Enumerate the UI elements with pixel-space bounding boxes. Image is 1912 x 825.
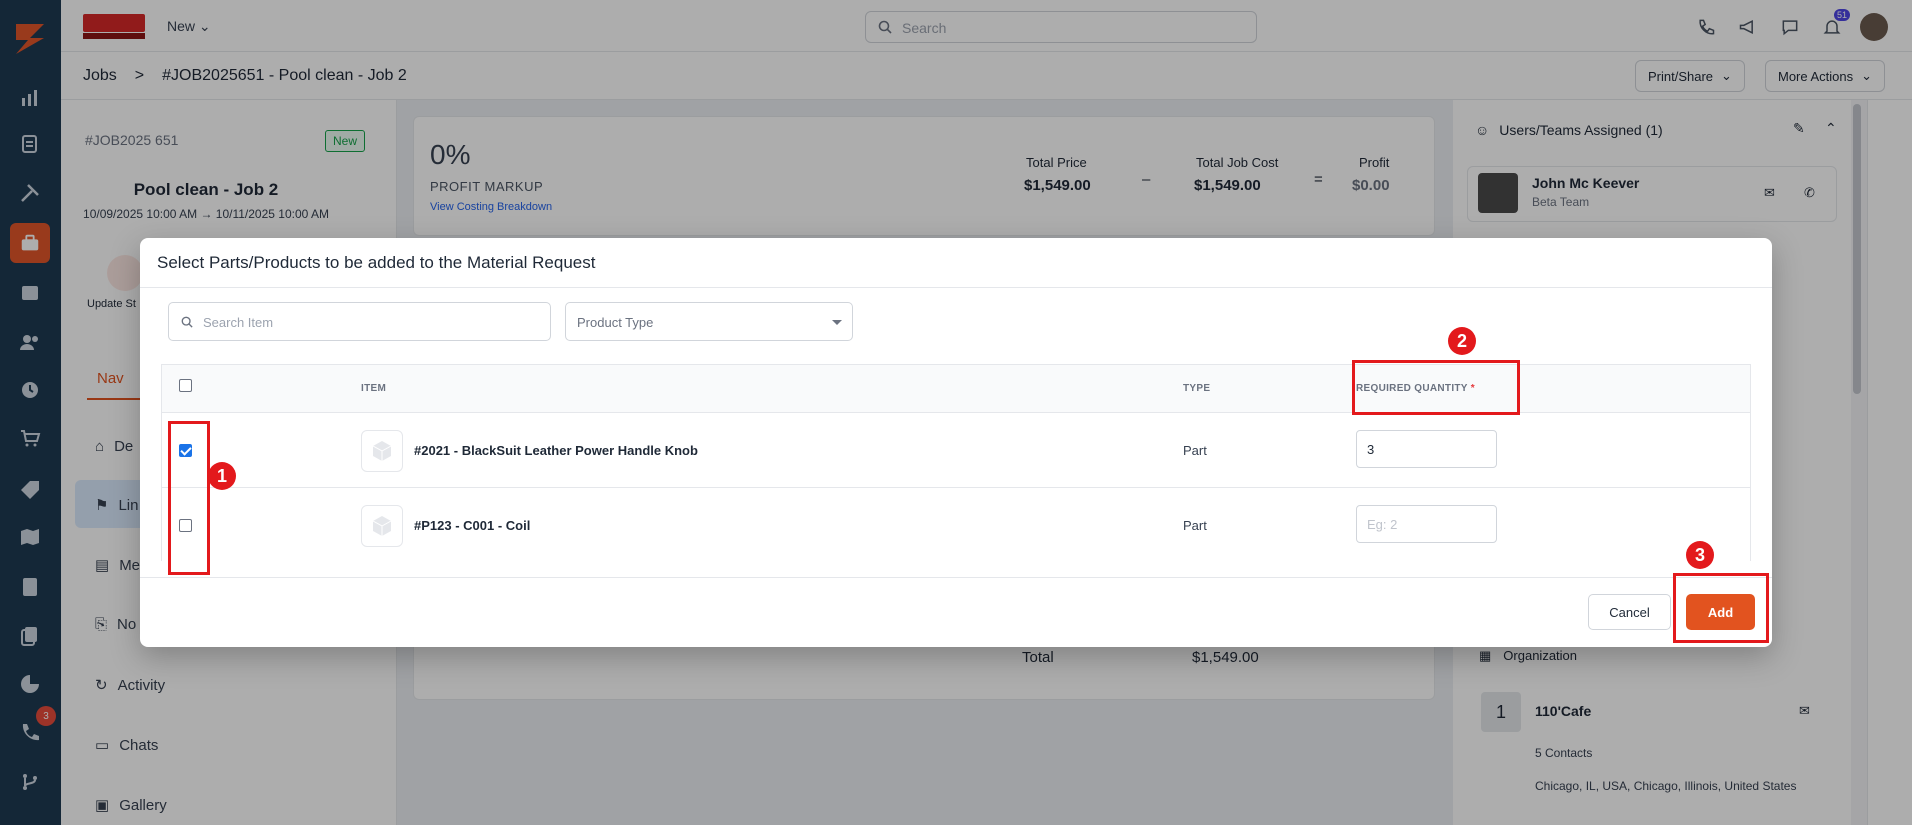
annotation-box-2	[1352, 360, 1520, 415]
search-item-input[interactable]: Search Item	[168, 302, 551, 341]
quantity-input[interactable]: 3	[1356, 430, 1497, 468]
annotation-box-1	[168, 421, 210, 575]
select-all-checkbox[interactable]	[179, 379, 192, 392]
column-type: TYPE	[1183, 383, 1211, 394]
column-item: ITEM	[361, 383, 387, 394]
product-type-select[interactable]: Product Type	[565, 302, 853, 341]
box-icon	[372, 441, 392, 461]
table-row[interactable]: #P123 - C001 - Coil Part Eg: 2	[162, 488, 1750, 561]
box-icon	[372, 516, 392, 536]
caret-down-icon	[832, 320, 842, 325]
divider	[140, 577, 1772, 578]
annotation-marker-3: 3	[1686, 541, 1714, 569]
cancel-button[interactable]: Cancel	[1588, 594, 1671, 630]
item-type: Part	[1183, 518, 1207, 533]
modal-title: Select Parts/Products to be added to the…	[157, 253, 596, 272]
annotation-marker-2: 2	[1448, 327, 1476, 355]
product-thumbnail	[361, 505, 403, 547]
product-thumbnail	[361, 430, 403, 472]
table-row[interactable]: #2021 - BlackSuit Leather Power Handle K…	[162, 413, 1750, 488]
quantity-input[interactable]: Eg: 2	[1356, 505, 1497, 543]
search-item-placeholder: Search Item	[203, 315, 274, 330]
divider	[140, 287, 1772, 288]
annotation-box-3	[1673, 573, 1769, 643]
item-name: #P123 - C001 - Coil	[414, 518, 531, 533]
search-icon	[181, 316, 193, 328]
annotation-marker-1: 1	[208, 462, 236, 490]
item-type: Part	[1183, 443, 1207, 458]
item-name: #2021 - BlackSuit Leather Power Handle K…	[414, 443, 698, 458]
product-type-placeholder: Product Type	[577, 315, 654, 330]
material-request-modal: Select Parts/Products to be added to the…	[140, 238, 1772, 647]
